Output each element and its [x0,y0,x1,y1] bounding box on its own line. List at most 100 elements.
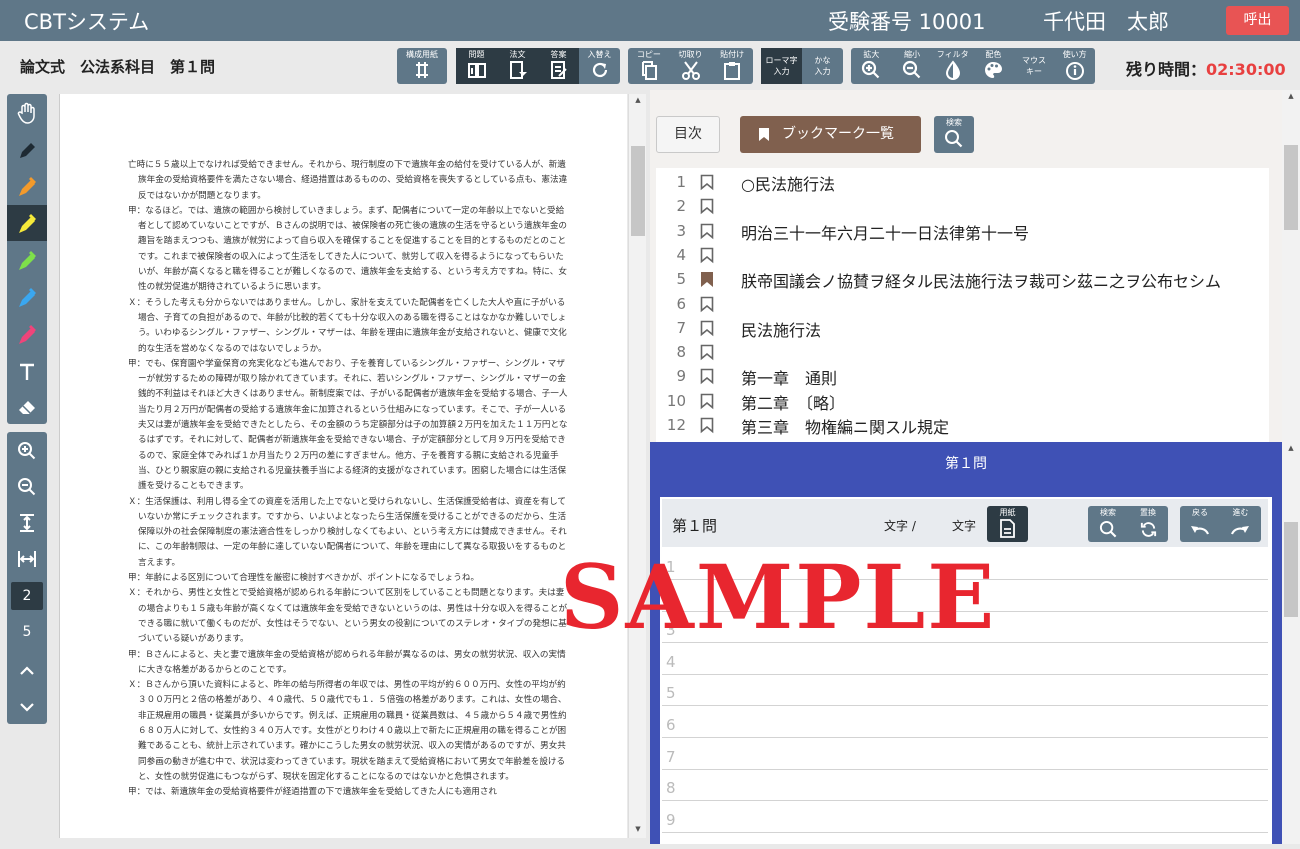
zoom-in-button[interactable]: 拡大 [851,48,892,84]
law-row[interactable]: 6 [656,292,1269,316]
highlighter-green-tool[interactable] [7,242,47,278]
zoom-in-icon [862,60,880,79]
timer-label: 残り時間： [1126,60,1207,79]
document-scrollbar[interactable]: ▲ ▼ [628,94,646,838]
highlighter-orange-tool[interactable] [7,168,47,204]
highlighter-blue-tool[interactable] [7,279,47,315]
scroll-up-arrow-icon[interactable]: ▲ [629,96,647,104]
law-text-list[interactable]: 1 ○民法施行法 2 3 明治三十一年六月二十一日法律第十一号 4 5 朕帝国議会ノ協賛ヲ経タ… [656,168,1269,444]
paper-label: 用紙 [999,508,1016,517]
call-button[interactable]: 呼出 [1226,6,1289,35]
problem-document[interactable]: 亡時に５５歳以上でなければ受給できません。それから、現行制度の下で遺族年金の給付… [59,94,627,838]
law-row[interactable]: 8 [656,340,1269,364]
law-row[interactable]: 7 民法施行法 [656,316,1269,340]
answer-line[interactable]: 9 [662,802,1268,833]
undo-button[interactable]: 戻る [1180,506,1220,542]
bookmark-outline-icon[interactable] [700,247,714,264]
undo-icon [1191,526,1210,535]
highlighter-pink-tool[interactable] [7,316,47,352]
answer-scrollbar[interactable]: ▲ [1282,442,1300,844]
law-scroll-thumb[interactable] [1284,145,1298,230]
law-row[interactable]: 3 明治三十一年六月二十一日法律第十一号 [656,219,1269,243]
mouse-key-button[interactable]: マウス キー [1014,48,1055,84]
law-scroll-up-icon[interactable]: ▲ [1282,92,1300,100]
palette-icon [985,62,1003,78]
answer-button[interactable]: 答案 [538,48,579,84]
romaji-input-button[interactable]: ローマ字 入力 [761,48,802,84]
problem-button[interactable]: 問題 [456,48,497,84]
pen-tool[interactable] [7,131,47,167]
law-row[interactable]: 1 ○民法施行法 [656,170,1269,194]
paste-button[interactable]: 貼付け [711,48,753,84]
layout-paper-button[interactable]: 構成用紙 [397,48,447,84]
law-row[interactable]: 5 朕帝国議会ノ協賛ヲ経タル民法施行法ヲ裁可シ茲ニ之ヲ公布セシム [656,267,1269,291]
current-page[interactable]: 2 [11,582,43,610]
bookmark-outline-icon[interactable] [700,223,714,240]
answer-search-icon [1099,520,1117,538]
paper-button[interactable]: 用紙 [987,506,1028,542]
law-row[interactable]: 2 [656,194,1269,218]
fit-width-button[interactable] [7,540,47,576]
doc-zoom-in-button[interactable] [7,432,47,468]
search-replace-group: 検索 置換 [1088,506,1168,542]
text-tool[interactable] [7,353,47,389]
document-paragraph: 甲：Ｂさんによると、夫と妻で遺族年金の受給資格が認められる年齢が異なるのは、男女… [128,649,566,675]
hand-tool[interactable] [7,94,47,130]
law-row[interactable]: 4 [656,243,1269,267]
document-scroll-thumb[interactable] [631,146,645,236]
page-down-button[interactable] [7,688,47,724]
kana-input-button[interactable]: かな 入力 [802,48,843,84]
answer-line[interactable]: 6 [662,707,1268,738]
law-row[interactable]: 12 第三章 物権編ニ関スル規定 [656,413,1269,437]
bookmark-outline-icon[interactable] [700,174,714,191]
bookmark-outline-icon[interactable] [700,393,714,410]
filter-button[interactable]: フィルタ [932,48,973,84]
exam-number: 受験番号 10001 [828,10,986,34]
law-text-button[interactable]: 法文 [497,48,538,84]
law-row-number: 8 [676,343,686,362]
redo-button[interactable]: 進む [1220,506,1261,542]
law-row[interactable]: 10 第二章 〔略〕 [656,389,1269,413]
page-up-button[interactable] [7,652,47,688]
toc-button[interactable]: 目次 [656,116,720,153]
fit-height-button[interactable] [7,504,47,540]
answer-line[interactable]: 7 [662,739,1268,770]
cut-button[interactable]: 切取り [670,48,712,84]
answer-scroll-up-icon[interactable]: ▲ [1282,444,1300,452]
replace-button[interactable]: 置換 [1128,506,1168,542]
answer-line[interactable]: 8 [662,770,1268,802]
highlighter-pink-icon [19,325,36,344]
swap-button[interactable]: 入替え [579,48,620,84]
law-row[interactable]: 9 第一章 通則 [656,364,1269,388]
bookmark-list-button[interactable]: ブックマーク一覧 [740,116,921,153]
answer-line[interactable]: 5 [662,675,1268,707]
law-scrollbar[interactable]: ▲ [1282,90,1300,442]
color-button[interactable]: 配色 [973,48,1014,84]
law-row-number: 5 [676,270,686,289]
copy-button[interactable]: コピー [628,48,670,84]
scroll-down-arrow-icon[interactable]: ▼ [629,825,647,833]
redo-icon [1230,526,1249,535]
highlighter-yellow-tool[interactable] [7,205,47,241]
zoom-out-button[interactable]: 縮小 [892,48,933,84]
bookmark-outline-icon[interactable] [700,368,714,385]
fit-height-icon [20,514,34,532]
answer-scroll-thumb[interactable] [1284,522,1298,617]
bookmark-filled-icon[interactable] [700,271,714,288]
bookmark-outline-icon[interactable] [700,344,714,361]
bookmark-outline-icon[interactable] [700,198,714,215]
answer-search-button[interactable]: 検索 [1088,506,1128,542]
law-row-number: 6 [676,294,686,313]
law-search-button[interactable]: 検索 [934,116,974,153]
bookmark-outline-icon[interactable] [700,296,714,313]
eraser-tool[interactable] [7,388,47,424]
replace-icon [1140,522,1157,537]
annotation-tools [7,94,47,424]
doc-zoom-out-button[interactable] [7,468,47,504]
timer-value: 02:30:00 [1206,60,1286,79]
bookmark-outline-icon[interactable] [700,417,714,434]
clipboard-icon [724,62,741,80]
bookmark-outline-icon[interactable] [700,320,714,337]
app-name: CBTシステム [24,10,150,34]
help-button[interactable]: 使い方 [1054,48,1095,84]
